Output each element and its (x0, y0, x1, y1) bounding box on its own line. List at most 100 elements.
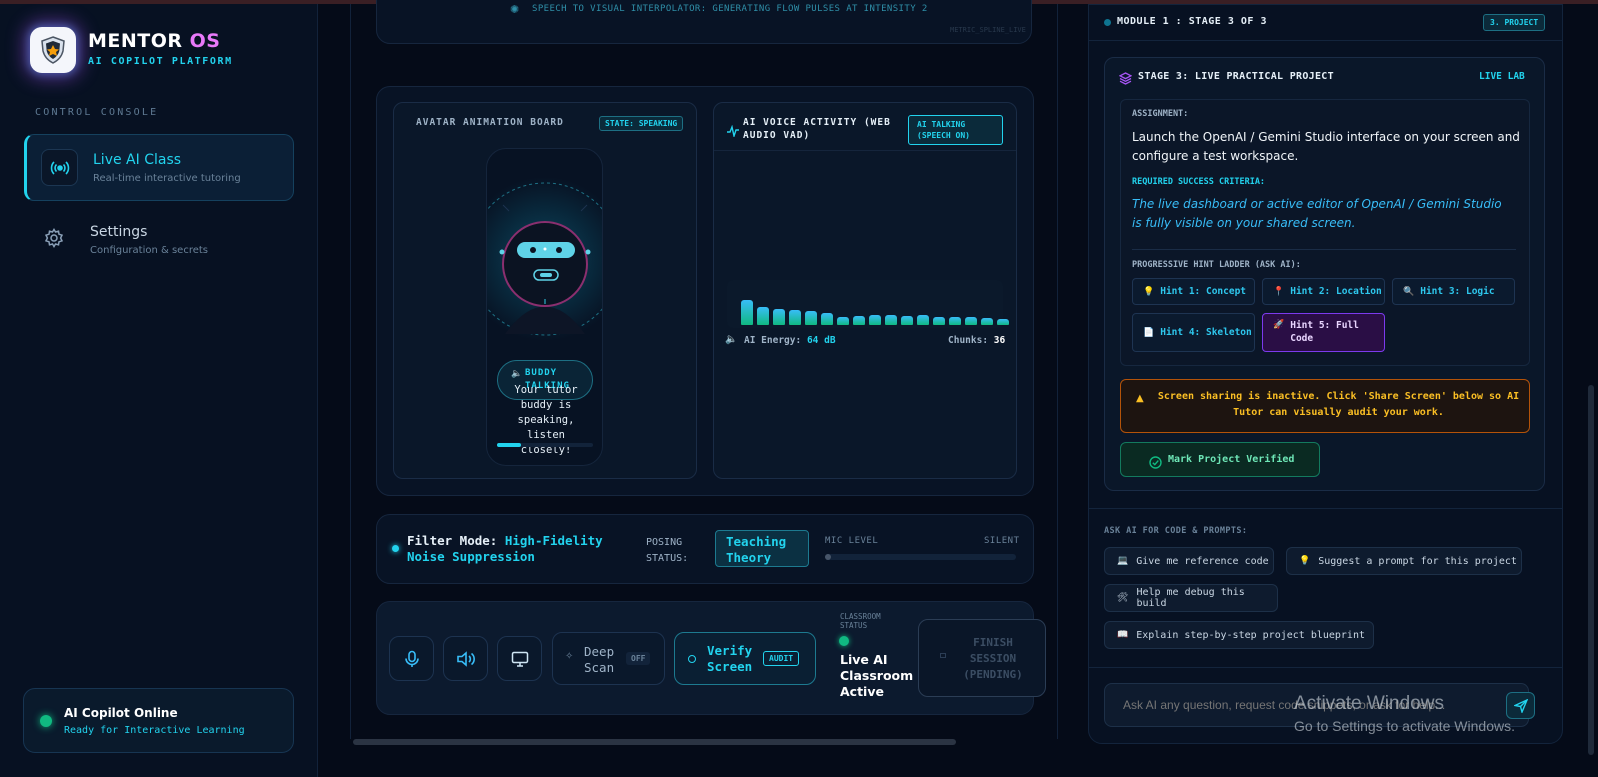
vad-level-bar (837, 317, 849, 325)
hint-1-button[interactable]: 💡 Hint 1: Concept (1132, 278, 1255, 305)
criteria-text: The live dashboard or active editor of O… (1132, 197, 1502, 230)
send-button[interactable] (1506, 692, 1535, 719)
module-progress-title: MODULE 1 : STAGE 3 OF 3 (1117, 16, 1267, 27)
sidebar-item-label: Settings (90, 224, 148, 240)
mic-level-fill (825, 554, 831, 560)
speaker-button[interactable] (443, 636, 488, 681)
deep-scan-state: OFF (626, 652, 651, 665)
voice-divider (714, 150, 1016, 151)
speech-progress-fill (497, 443, 521, 447)
hint-3-button[interactable]: 🔍 Hint 3: Logic (1392, 278, 1515, 305)
share-screen-button[interactable] (497, 636, 542, 681)
vad-level-bar (757, 307, 769, 325)
activate-windows-subtitle: Go to Settings to activate Windows. (1294, 718, 1515, 734)
sidebar (0, 4, 318, 777)
activate-windows-title: Activate Windows (1294, 693, 1444, 714)
criteria-divider (1132, 249, 1516, 250)
sidebar-item-live-ai-class[interactable]: Live AI Class Real-time interactive tuto… (24, 134, 294, 201)
monitor-icon (511, 651, 528, 667)
mark-verified-label: Mark Project Verified (1168, 454, 1295, 465)
chunks-value: 36 (993, 335, 1006, 346)
book-icon: 📖 (1117, 630, 1129, 640)
chip-suggest-prompt[interactable]: 💡 Suggest a prompt for this project (1286, 547, 1522, 575)
app-title-main: MENTOR (88, 30, 190, 52)
chip-explain-blueprint[interactable]: 📖 Explain step-by-step project blueprint (1104, 621, 1374, 649)
chip-label: Suggest a prompt for this project (1318, 555, 1517, 567)
hint-ladder-label: PROGRESSIVE HINT LADDER (ASK AI): (1132, 260, 1301, 270)
classroom-status-dot (839, 636, 849, 646)
audit-badge: AUDIT (763, 651, 800, 666)
chip-label: Explain step-by-step project blueprint (1136, 629, 1365, 641)
vertical-scrollbar[interactable] (1588, 385, 1594, 755)
hint-label: Hint 1: Concept (1160, 286, 1247, 297)
mic-button[interactable] (389, 636, 434, 681)
chip-label: Help me debug this build (1136, 587, 1245, 609)
interpolator-status: SPEECH TO VISUAL INTERPOLATOR: GENERATIN… (532, 4, 928, 14)
hint-label: Hint 4: Skeleton (1160, 327, 1252, 338)
hint-label: Hint 5: Full Code (1290, 320, 1359, 344)
vad-level-bars (727, 280, 1009, 328)
layers-icon (1118, 70, 1133, 89)
status-title: AI Copilot Online (64, 706, 178, 720)
chip-reference-code[interactable]: 💻 Give me reference code (1104, 547, 1274, 575)
interpolator-tag: METRIC_SPLINE_LIVE (950, 26, 1026, 34)
finish-session-button[interactable]: FINISH SESSION (PENDING) (918, 619, 1046, 697)
gear-icon (44, 228, 64, 252)
sidebar-item-settings[interactable]: Settings Configuration & secrets (24, 216, 294, 266)
vad-level-bar (821, 313, 833, 325)
verify-screen-label: Verify Screen (707, 643, 753, 674)
app-subtitle: AI COPILOT PLATFORM (88, 56, 233, 67)
hint-5-button[interactable]: 🚀 Hint 5: Full Code (1262, 313, 1385, 352)
vad-level-bar (997, 319, 1009, 325)
filter-mode-label: Filter Mode: (407, 533, 498, 548)
posing-status-label: POSING STATUS: (646, 537, 689, 564)
sparkle-icon: ✧ (565, 651, 574, 662)
waveform-icon (727, 122, 739, 141)
app-logo (30, 27, 76, 73)
sidebar-item-label: Live AI Class (93, 152, 182, 168)
lock-icon (940, 653, 946, 658)
shield-logo-icon (41, 36, 65, 64)
ai-energy-value: 64 dB (806, 335, 836, 346)
sidebar-item-sublabel: Configuration & secrets (90, 245, 209, 256)
hint-4-button[interactable]: 📄 Hint 4: Skeleton (1132, 313, 1255, 352)
mark-verified-button[interactable]: Mark Project Verified (1120, 442, 1320, 477)
vad-level-bar (965, 317, 977, 325)
vad-level-bar (917, 315, 929, 325)
speech-progress-track (497, 443, 593, 447)
vad-level-bar (773, 309, 785, 325)
status-subtitle: Ready for Interactive Learning (64, 725, 245, 736)
chip-debug-build[interactable]: 🛠 Help me debug this build (1104, 584, 1278, 612)
chunks-label: Chunks: (948, 335, 989, 346)
chat-divider (1089, 667, 1562, 668)
module-divider (1089, 40, 1562, 41)
radio-ring-icon (688, 655, 696, 663)
deep-scan-toggle[interactable]: ✧ Deep Scan OFF (552, 632, 665, 685)
broadcast-icon (41, 149, 78, 186)
avatar-state-badge: STATE: SPEAKING (599, 116, 684, 131)
speaker-volume-icon (456, 650, 475, 667)
laptop-icon: 💻 (1117, 556, 1129, 566)
mic-level-track (825, 554, 1016, 560)
chunks-readout: Chunks: 36 (948, 335, 1005, 346)
microphone-icon (404, 650, 419, 667)
chip-label: Give me reference code (1136, 555, 1269, 567)
vad-level-bar (933, 317, 945, 325)
voice-activity-title: AI VOICE ACTIVITY (WEB AUDIO VAD) (743, 117, 891, 141)
ai-energy-label: AI Energy: (744, 335, 802, 346)
pin-icon: 📍 (1273, 286, 1285, 297)
verify-screen-button[interactable]: Verify Screen AUDIT (674, 632, 816, 685)
screen-share-warning: ▲ Screen sharing is inactive. Click 'Sha… (1120, 379, 1530, 433)
online-indicator (40, 715, 52, 727)
document-icon: 📄 (1143, 327, 1155, 338)
module-dot (1104, 19, 1111, 26)
vad-level-bar (741, 300, 753, 325)
horizontal-scrollbar[interactable] (353, 739, 956, 745)
vad-level-bar (869, 315, 881, 325)
volume-icon: 🔈 (725, 334, 738, 345)
vad-level-bar (805, 311, 817, 325)
hint-2-button[interactable]: 📍 Hint 2: Location (1262, 278, 1385, 305)
module-stage-badge: 3. PROJECT (1483, 14, 1546, 31)
filter-mode: Filter Mode: High-Fidelity Noise Suppres… (407, 533, 617, 565)
classroom-status-value: Live AI Classroom Active (840, 652, 914, 699)
